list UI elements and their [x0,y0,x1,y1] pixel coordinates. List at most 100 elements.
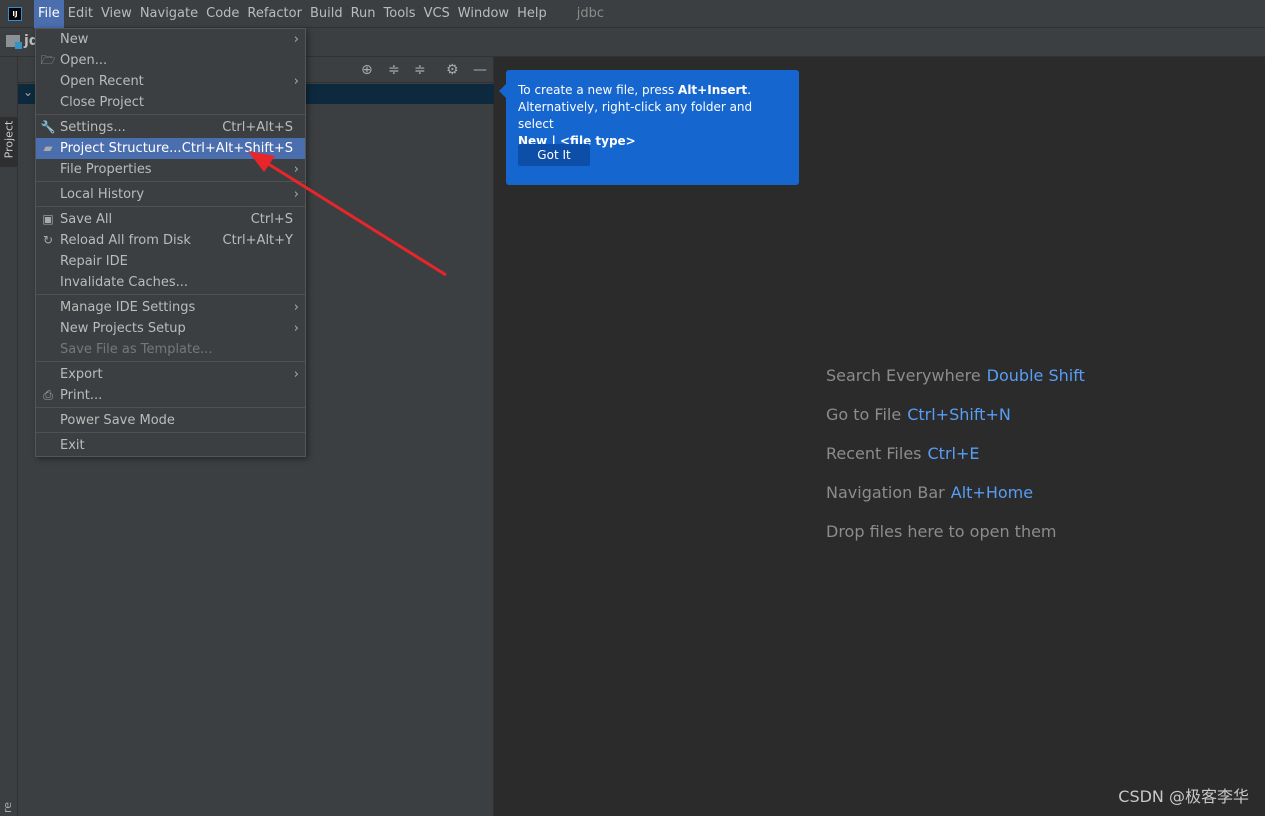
menu-item-close-project[interactable]: Close Project [36,92,305,113]
chevron-right-icon: › [293,187,299,202]
menu-item-label: Repair IDE [60,254,128,269]
menu-build[interactable]: Build [306,0,347,28]
menu-item-new-projects-setup[interactable]: New Projects Setup › [36,318,305,339]
tooltip-text: . [747,83,751,97]
menu-file[interactable]: File [34,0,64,28]
menu-item-new[interactable]: New › [36,29,305,50]
chevron-right-icon: › [293,162,299,177]
project-tool-button[interactable]: Project [0,117,18,167]
menu-item-label: Save All [60,212,113,227]
hint-shortcut: Double Shift [986,366,1085,385]
hint-line: Drop files here to open them [826,522,1085,561]
project-structure-icon: ▰ [43,141,53,155]
hint-line: Navigation Bar Alt+Home [826,483,1085,522]
hint-line: Recent Files Ctrl+E [826,444,1085,483]
locate-icon[interactable]: ⊕ [361,62,373,78]
menu-item-label: Power Save Mode [60,413,175,428]
menu-item-label: Close Project [60,95,145,110]
menu-item-invalidate-caches[interactable]: Invalidate Caches... [36,272,305,293]
project-name: jdbc [576,6,604,21]
chevron-down-icon[interactable]: ⌄ [23,85,33,99]
menu-item-shortcut: Ctrl+Alt+Shift+S [181,141,293,156]
hint-shortcut: Alt+Home [950,483,1034,502]
reload-icon: ↻ [42,233,54,247]
menu-item-label: Export [60,367,103,382]
menu-item-label: Print... [60,388,103,403]
menu-item-label: Save File as Template... [60,342,213,357]
tooltip-key: Alt+Insert [678,83,748,97]
chevron-right-icon: › [293,367,299,382]
folder-open-icon: 🗁 [40,53,56,67]
left-tool-stripe: Project re [0,57,18,816]
menu-item-repair-ide[interactable]: Repair IDE [36,251,305,272]
wrench-icon: 🔧 [40,120,56,134]
menu-item-open-recent[interactable]: Open Recent › [36,71,305,92]
menu-run[interactable]: Run [347,0,380,28]
tooltip-text: To create a new file, press [518,83,679,97]
menu-item-label: Open... [60,53,108,68]
menu-item-project-structure[interactable]: ▰ Project Structure... Ctrl+Alt+Shift+S [36,138,305,159]
menu-item-power-save-mode[interactable]: Power Save Mode [36,410,305,431]
menu-item-label: New [60,32,89,47]
print-icon: ⎙ [43,388,53,402]
menu-view[interactable]: View [97,0,136,28]
menu-item-label: Project Structure... [60,141,182,156]
expand-all-icon[interactable]: ≑ [388,62,400,78]
menu-item-label: Reload All from Disk [60,233,191,248]
menu-item-label: Exit [60,438,85,453]
menu-item-export[interactable]: Export › [36,364,305,385]
menu-item-reload-all-from-disk[interactable]: ↻ Reload All from Disk Ctrl+Alt+Y [36,230,305,251]
menu-item-label: File Properties [60,162,152,177]
menu-refactor[interactable]: Refactor [243,0,306,28]
menu-item-open[interactable]: 🗁 Open... [36,50,305,71]
hint-label: Drop files here to open them [826,522,1057,541]
hint-shortcut: Ctrl+Shift+N [907,405,1011,424]
hint-label: Search Everywhere [826,366,981,385]
file-menu: New › 🗁 Open... Open Recent › Close Project 🔧 Se… [35,28,306,457]
tooltip-create-file: To create a new file, press Alt+Insert. … [499,70,799,185]
minimize-icon[interactable]: — [473,62,487,78]
menu-item-label: New Projects Setup [60,321,186,336]
menu-item-label: Manage IDE Settings [60,300,196,315]
project-folder-icon [6,35,22,49]
chevron-right-icon: › [293,74,299,89]
menu-item-exit[interactable]: Exit [36,435,305,456]
chevron-right-icon: › [293,321,299,336]
menu-item-save-file-as-template: Save File as Template... [36,339,305,360]
menu-item-shortcut: Ctrl+Alt+S [222,120,293,135]
menu-item-settings[interactable]: 🔧 Settings... Ctrl+Alt+S [36,117,305,138]
menu-item-manage-ide-settings[interactable]: Manage IDE Settings › [36,297,305,318]
menu-item-local-history[interactable]: Local History › [36,184,305,205]
hint-line: Go to File Ctrl+Shift+N [826,405,1085,444]
menu-window[interactable]: Window [454,0,513,28]
menu-navigate[interactable]: Navigate [136,0,202,28]
collapse-all-icon[interactable]: ≑ [414,62,426,78]
hint-shortcut: Ctrl+E [927,444,980,463]
menu-item-file-properties[interactable]: File Properties › [36,159,305,180]
menu-item-label: Open Recent [60,74,144,89]
menu-bar: IJ File Edit View Navigate Code Refactor Build… [0,0,1265,28]
menu-code[interactable]: Code [202,0,243,28]
hint-label: Navigation Bar [826,483,945,502]
menu-item-label: Settings... [60,120,126,135]
menu-item-print[interactable]: ⎙ Print... [36,385,305,406]
got-it-button[interactable]: Got It [518,144,590,166]
save-icon: ▣ [42,212,54,226]
structure-tool-button[interactable]: re [1,802,14,813]
menu-help[interactable]: Help [513,0,551,28]
menu-item-shortcut: Ctrl+S [250,212,293,227]
project-tool-label: Project [2,120,16,159]
menu-vcs[interactable]: VCS [420,0,454,28]
menu-item-label: Local History [60,187,145,202]
gear-icon[interactable]: ⚙ [446,62,459,78]
menu-edit[interactable]: Edit [64,0,97,28]
menu-tools[interactable]: Tools [380,0,420,28]
menu-item-label: Invalidate Caches... [60,275,189,290]
hint-label: Recent Files [826,444,922,463]
intellij-logo: IJ [8,6,22,21]
watermark: CSDN @极客李华 [1118,787,1249,806]
menu-item-save-all[interactable]: ▣ Save All Ctrl+S [36,209,305,230]
chevron-right-icon: › [293,32,299,47]
hint-line: Search Everywhere Double Shift [826,366,1085,405]
tooltip-text: Alternatively, right-click any folder an… [518,100,753,131]
